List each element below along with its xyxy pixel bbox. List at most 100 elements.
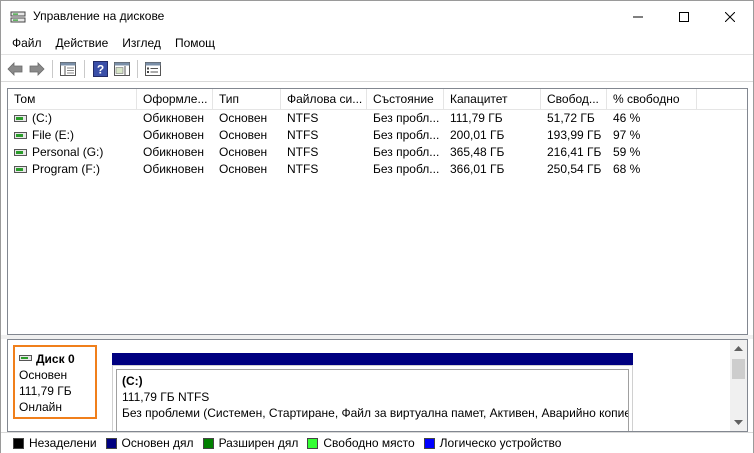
legend-label: Основен дял: [121, 436, 194, 450]
drive-icon: [14, 115, 27, 123]
partition-status: Без проблеми (Системен, Стартиране, Файл…: [122, 406, 629, 420]
disk-management-app-icon: [10, 9, 26, 25]
back-button[interactable]: [5, 59, 25, 79]
partition-size-fs: 111,79 ГБ NTFS: [122, 390, 210, 404]
menu-view[interactable]: Изглед: [115, 33, 168, 53]
column-header-file-system[interactable]: Файлова си...: [281, 89, 367, 110]
column-header-status[interactable]: Състояние: [367, 89, 444, 110]
forward-button[interactable]: [27, 59, 47, 79]
console-tree-icon: [60, 62, 76, 76]
disk-name: Диск 0: [36, 352, 75, 366]
volume-status: Без пробл...: [373, 145, 440, 159]
legend-label: Разширен дял: [218, 436, 299, 450]
volume-free-space: 193,99 ГБ: [547, 128, 602, 142]
scroll-down-arrow-icon: [734, 420, 743, 425]
volume-file-system: NTFS: [287, 128, 319, 142]
close-button[interactable]: [707, 1, 753, 32]
column-header-capacity[interactable]: Капацитет: [444, 89, 541, 110]
scroll-down-button[interactable]: [730, 414, 747, 431]
volume-file-system: NTFS: [287, 145, 319, 159]
legend-swatch-free-space: [307, 437, 319, 449]
legend-swatch-unallocated: [13, 437, 24, 449]
legend-label: Свободно място: [323, 436, 415, 450]
volume-name-cell: File (E:): [8, 127, 137, 144]
volume-type: Основен: [219, 145, 268, 159]
column-header-percent-free[interactable]: % свободно: [607, 89, 697, 110]
column-header-layout[interactable]: Оформле...: [137, 89, 213, 110]
action-pane-icon: [114, 62, 130, 76]
volume-type: Основен: [219, 111, 268, 125]
primary-partition-bar: [112, 353, 633, 365]
volume-row[interactable]: (C:) Обикновен Основен NTFS Без пробл...…: [8, 110, 747, 127]
volume-capacity: 111,79 ГБ: [450, 111, 503, 125]
disk-0-label[interactable]: Диск 0 Основен 111,79 ГБ Онлайн: [13, 345, 97, 419]
scroll-up-button[interactable]: [730, 340, 747, 357]
partition-c[interactable]: (C:) 111,79 ГБ NTFS Без проблеми (Систем…: [112, 365, 633, 431]
toolbar-separator: [52, 60, 53, 78]
volume-status: Без пробл...: [373, 111, 440, 125]
disk-management-window: Управление на дискове Файл Действие Изгл…: [0, 0, 754, 453]
drive-icon: [14, 149, 27, 157]
disk-map-pane: Диск 0 Основен 111,79 ГБ Онлайн (C:) 111…: [7, 339, 748, 432]
properties-button[interactable]: [143, 59, 163, 79]
drive-icon: [14, 132, 27, 140]
help-button[interactable]: ?: [90, 59, 110, 79]
partition-name: (C:): [122, 374, 143, 388]
volume-row[interactable]: File (E:) Обикновен Основен NTFS Без про…: [8, 127, 747, 144]
column-header-free-space[interactable]: Свобод...: [541, 89, 607, 110]
menu-action[interactable]: Действие: [49, 33, 116, 53]
volume-layout: Обикновен: [143, 128, 205, 142]
legend-item-primary-partition: Основен дял: [105, 436, 194, 450]
volume-status: Без пробл...: [373, 128, 440, 142]
title-bar: Управление на дискове: [1, 1, 753, 32]
disk-pane-scrollbar[interactable]: [730, 340, 747, 431]
volume-list: Том Оформле... Тип Файлова си... Състоян…: [7, 88, 748, 335]
legend-item-unallocated: Незаделени: [13, 436, 97, 450]
disk-status: Онлайн: [19, 400, 62, 414]
legend-label: Незаделени: [29, 436, 97, 450]
volume-percent-free: 68 %: [613, 162, 641, 176]
help-icon: ?: [92, 61, 108, 77]
toolbar-separator: [137, 60, 138, 78]
legend-item-extended-partition: Разширен дял: [202, 436, 299, 450]
column-header-type[interactable]: Тип: [213, 89, 281, 110]
volume-row[interactable]: Program (F:) Обикновен Основен NTFS Без …: [8, 161, 747, 178]
volume-type: Основен: [219, 162, 268, 176]
disk-type: Основен: [19, 368, 68, 382]
volume-file-system: NTFS: [287, 162, 319, 176]
maximize-icon: [679, 11, 689, 22]
volume-free-space: 250,54 ГБ: [547, 162, 602, 176]
volume-name: Personal (G:): [32, 145, 104, 159]
volume-percent-free: 59 %: [613, 145, 641, 159]
maximize-button[interactable]: [661, 1, 707, 32]
menu-help[interactable]: Помощ: [168, 33, 222, 53]
legend-swatch-extended-partition: [202, 437, 214, 449]
menu-bar: Файл Действие Изглед Помощ: [1, 32, 753, 53]
volume-percent-free: 46 %: [613, 111, 641, 125]
legend-swatch-logical-drive: [423, 437, 435, 449]
volume-layout: Обикновен: [143, 145, 205, 159]
volume-type: Основен: [219, 128, 268, 142]
volume-percent-free: 97 %: [613, 128, 641, 142]
partition-details: (C:) 111,79 ГБ NTFS Без проблеми (Систем…: [116, 369, 629, 431]
minimize-button[interactable]: [615, 1, 661, 32]
volume-layout: Обикновен: [143, 162, 205, 176]
close-icon: [725, 11, 735, 22]
back-arrow-icon: [7, 62, 23, 76]
volume-free-space: 216,41 ГБ: [547, 145, 602, 159]
column-header-volume[interactable]: Том: [8, 89, 137, 110]
menu-file[interactable]: Файл: [5, 33, 49, 53]
scrollbar-thumb[interactable]: [732, 359, 745, 379]
volume-row[interactable]: Personal (G:) Обикновен Основен NTFS Без…: [8, 144, 747, 161]
partition-legend: Незаделени Основен дял Разширен дял Своб…: [1, 432, 753, 453]
scroll-up-arrow-icon: [734, 346, 743, 351]
volume-name: File (E:): [32, 128, 74, 142]
volume-file-system: NTFS: [287, 111, 319, 125]
properties-icon: [145, 62, 161, 76]
legend-item-logical-drive: Логическо устройство: [423, 436, 561, 450]
volume-free-space: 51,72 ГБ: [547, 111, 595, 125]
show-hide-console-tree-button[interactable]: [58, 59, 78, 79]
show-hide-action-pane-button[interactable]: [112, 59, 132, 79]
volume-capacity: 200,01 ГБ: [450, 128, 505, 142]
forward-arrow-icon: [29, 62, 45, 76]
